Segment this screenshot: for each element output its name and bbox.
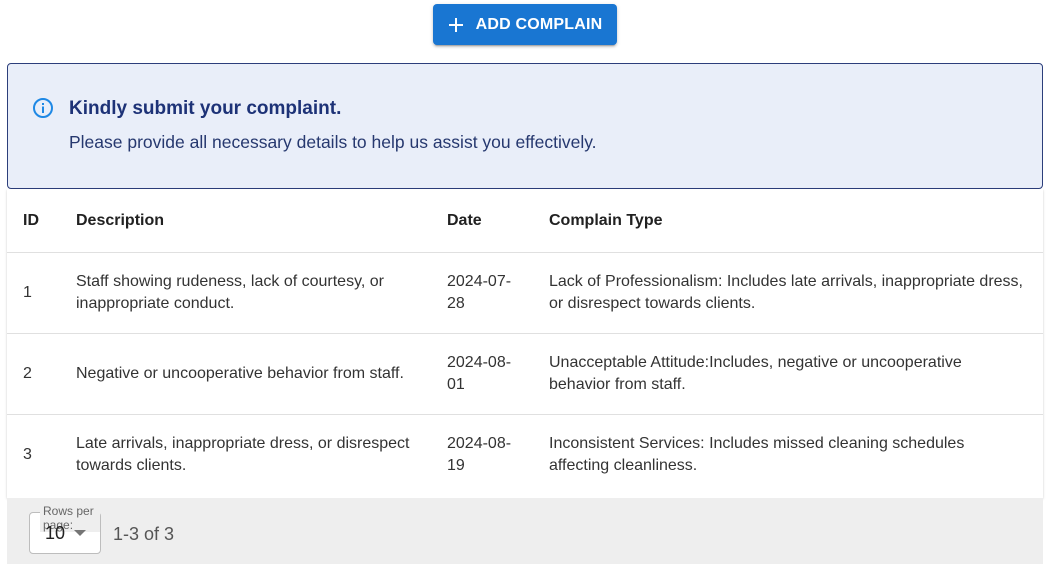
- add-complain-button[interactable]: ADD COMPLAIN: [433, 4, 617, 45]
- rows-per-page-select[interactable]: Rows per page: 10: [29, 504, 101, 554]
- complaints-table: ID Description Date Complain Type 1 Staf…: [7, 189, 1043, 496]
- table-row[interactable]: 3 Late arrivals, inappropriate dress, or…: [7, 415, 1043, 496]
- cell-complain-type: Unacceptable Attitude:Includes, negative…: [533, 333, 1043, 415]
- alert-message: Please provide all necessary details to …: [69, 132, 597, 152]
- cell-complain-type: Inconsistent Services: Includes missed c…: [549, 435, 965, 475]
- table-header-row: ID Description Date Complain Type: [7, 189, 1043, 253]
- cell-date: 2024-07-28: [431, 252, 533, 334]
- cell-description: Negative or uncooperative behavior from …: [60, 333, 431, 415]
- column-header-id[interactable]: ID: [7, 189, 60, 253]
- column-header-description[interactable]: Description: [60, 189, 431, 253]
- cell-description: Staff showing rudeness, lack of courtesy…: [60, 252, 431, 334]
- arrow-drop-down-icon: [74, 530, 86, 536]
- pagination-range: 1-3 of 3: [113, 524, 175, 544]
- cell-description: Late arrivals, inappropriate dress, or d…: [76, 435, 410, 475]
- column-header-date[interactable]: Date: [431, 189, 533, 253]
- alert-title: Kindly submit your complaint.: [69, 98, 342, 119]
- complaints-table-container: ID Description Date Complain Type 1 Staf…: [7, 189, 1043, 498]
- info-icon: [33, 98, 53, 118]
- table-row[interactable]: 2 Negative or uncooperative behavior fro…: [7, 333, 1043, 415]
- plus-icon: [448, 17, 463, 32]
- cell-date: 2024-08-01: [431, 333, 533, 415]
- cell-complain-type: Lack of Professionalism: Includes late a…: [533, 252, 1043, 334]
- cell-id: 1: [7, 252, 60, 334]
- rows-per-page-value: 10: [45, 523, 66, 543]
- table-pagination: Rows per page: 10 1-3 of 3: [7, 498, 1043, 564]
- info-alert: Kindly submit your complaint. Please pro…: [7, 63, 1043, 189]
- column-header-complain-type[interactable]: Complain Type: [533, 189, 1043, 253]
- add-complain-label: ADD COMPLAIN: [475, 15, 603, 33]
- table-row[interactable]: 1 Staff showing rudeness, lack of courte…: [7, 252, 1043, 334]
- cell-id: 2: [7, 333, 60, 415]
- cell-date: 2024-08-19: [447, 435, 512, 475]
- cell-id: 3: [23, 446, 32, 464]
